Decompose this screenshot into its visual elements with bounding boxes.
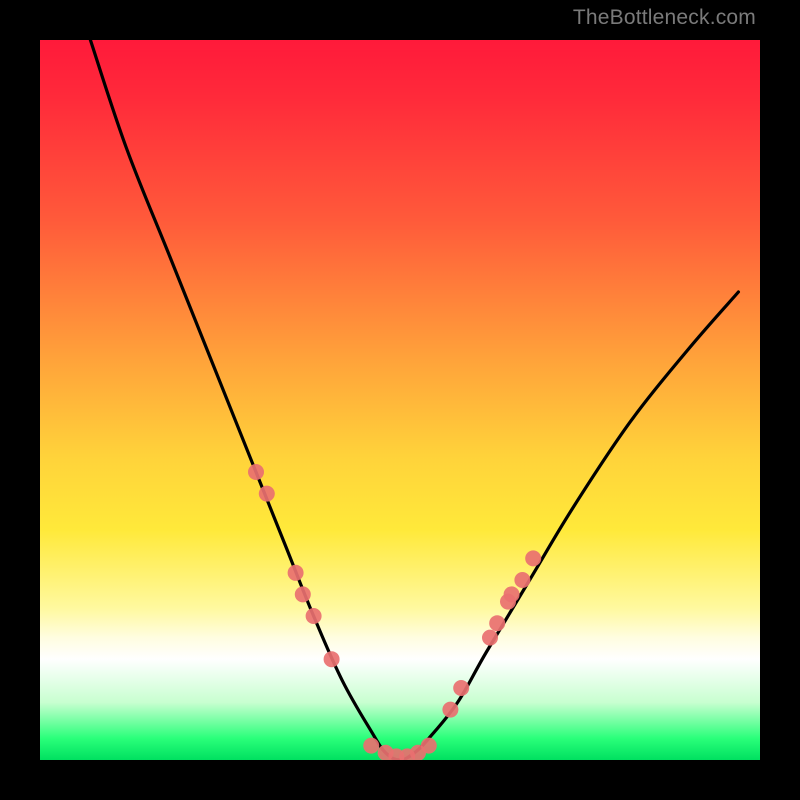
chart-frame: TheBottleneck.com: [0, 0, 800, 800]
marker-dot: [259, 486, 275, 502]
marker-dot: [363, 738, 379, 754]
marker-dot: [442, 702, 458, 718]
marker-dot: [482, 630, 498, 646]
marker-dot: [295, 586, 311, 602]
marker-dot: [525, 550, 541, 566]
marker-dot: [504, 586, 520, 602]
plot-area: [40, 40, 760, 760]
marker-dot: [248, 464, 264, 480]
marker-dot: [489, 615, 505, 631]
marker-dot: [453, 680, 469, 696]
chart-svg: [40, 40, 760, 760]
marker-dot: [306, 608, 322, 624]
marker-dot: [288, 565, 304, 581]
marker-dot: [324, 651, 340, 667]
bottleneck-curve-line: [90, 40, 738, 760]
marker-dot: [421, 738, 437, 754]
marker-dot: [514, 572, 530, 588]
watermark-text: TheBottleneck.com: [573, 6, 756, 30]
scatter-markers: [248, 464, 541, 760]
